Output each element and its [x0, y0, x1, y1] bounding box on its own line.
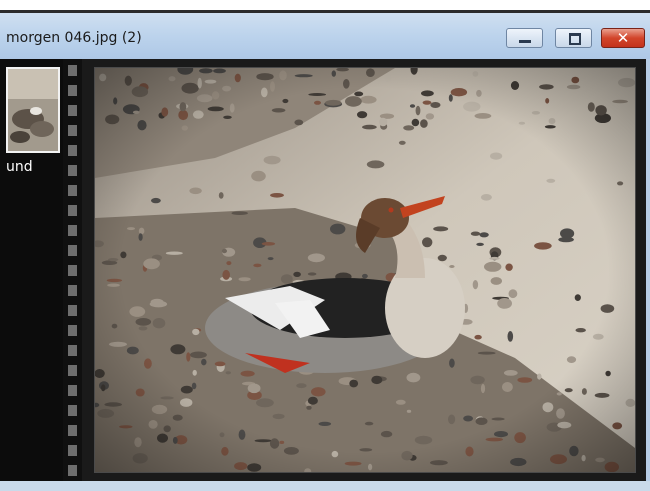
sprocket-hole	[68, 385, 77, 396]
filmstrip-panel: und	[0, 59, 63, 481]
window-right-border	[646, 59, 650, 481]
sprocket-hole	[68, 165, 77, 176]
maximize-icon	[569, 33, 581, 45]
sprocket-hole	[68, 285, 77, 296]
filmstrip-thumbnail[interactable]	[6, 67, 60, 153]
maximize-button[interactable]	[555, 28, 592, 48]
sprocket-hole	[68, 465, 77, 476]
sprocket-hole	[68, 145, 77, 156]
window-bottom-border	[0, 481, 650, 491]
sprocket-hole	[68, 105, 77, 116]
sprocket-hole	[68, 405, 77, 416]
sprocket-hole	[68, 85, 77, 96]
sprocket-hole	[68, 345, 77, 356]
sprocket-hole	[68, 225, 77, 236]
window-title: morgen 046.jpg (2)	[6, 30, 142, 46]
minimize-icon	[519, 40, 531, 43]
sprocket-hole	[68, 245, 77, 256]
title-bar[interactable]: morgen 046.jpg (2) ✕	[0, 13, 650, 59]
sprocket-hole	[68, 425, 77, 436]
close-button[interactable]: ✕	[601, 28, 645, 48]
sprocket-hole	[68, 445, 77, 456]
sprocket-hole	[68, 365, 77, 376]
sprocket-hole	[68, 185, 77, 196]
sprocket-hole	[68, 265, 77, 276]
sprocket-hole	[68, 325, 77, 336]
sprocket-hole	[68, 125, 77, 136]
minimize-button[interactable]	[506, 28, 543, 48]
close-icon: ✕	[616, 29, 630, 47]
filmstrip-sprocket-column	[63, 59, 82, 481]
photo-merganser	[95, 68, 635, 472]
sprocket-hole	[68, 205, 77, 216]
sprocket-hole	[68, 305, 77, 316]
main-photo[interactable]	[94, 67, 636, 473]
thumbnail-label: und	[6, 159, 33, 175]
thumbnail-image	[8, 69, 58, 151]
sprocket-hole	[68, 65, 77, 76]
sprocket-holes	[68, 65, 77, 476]
